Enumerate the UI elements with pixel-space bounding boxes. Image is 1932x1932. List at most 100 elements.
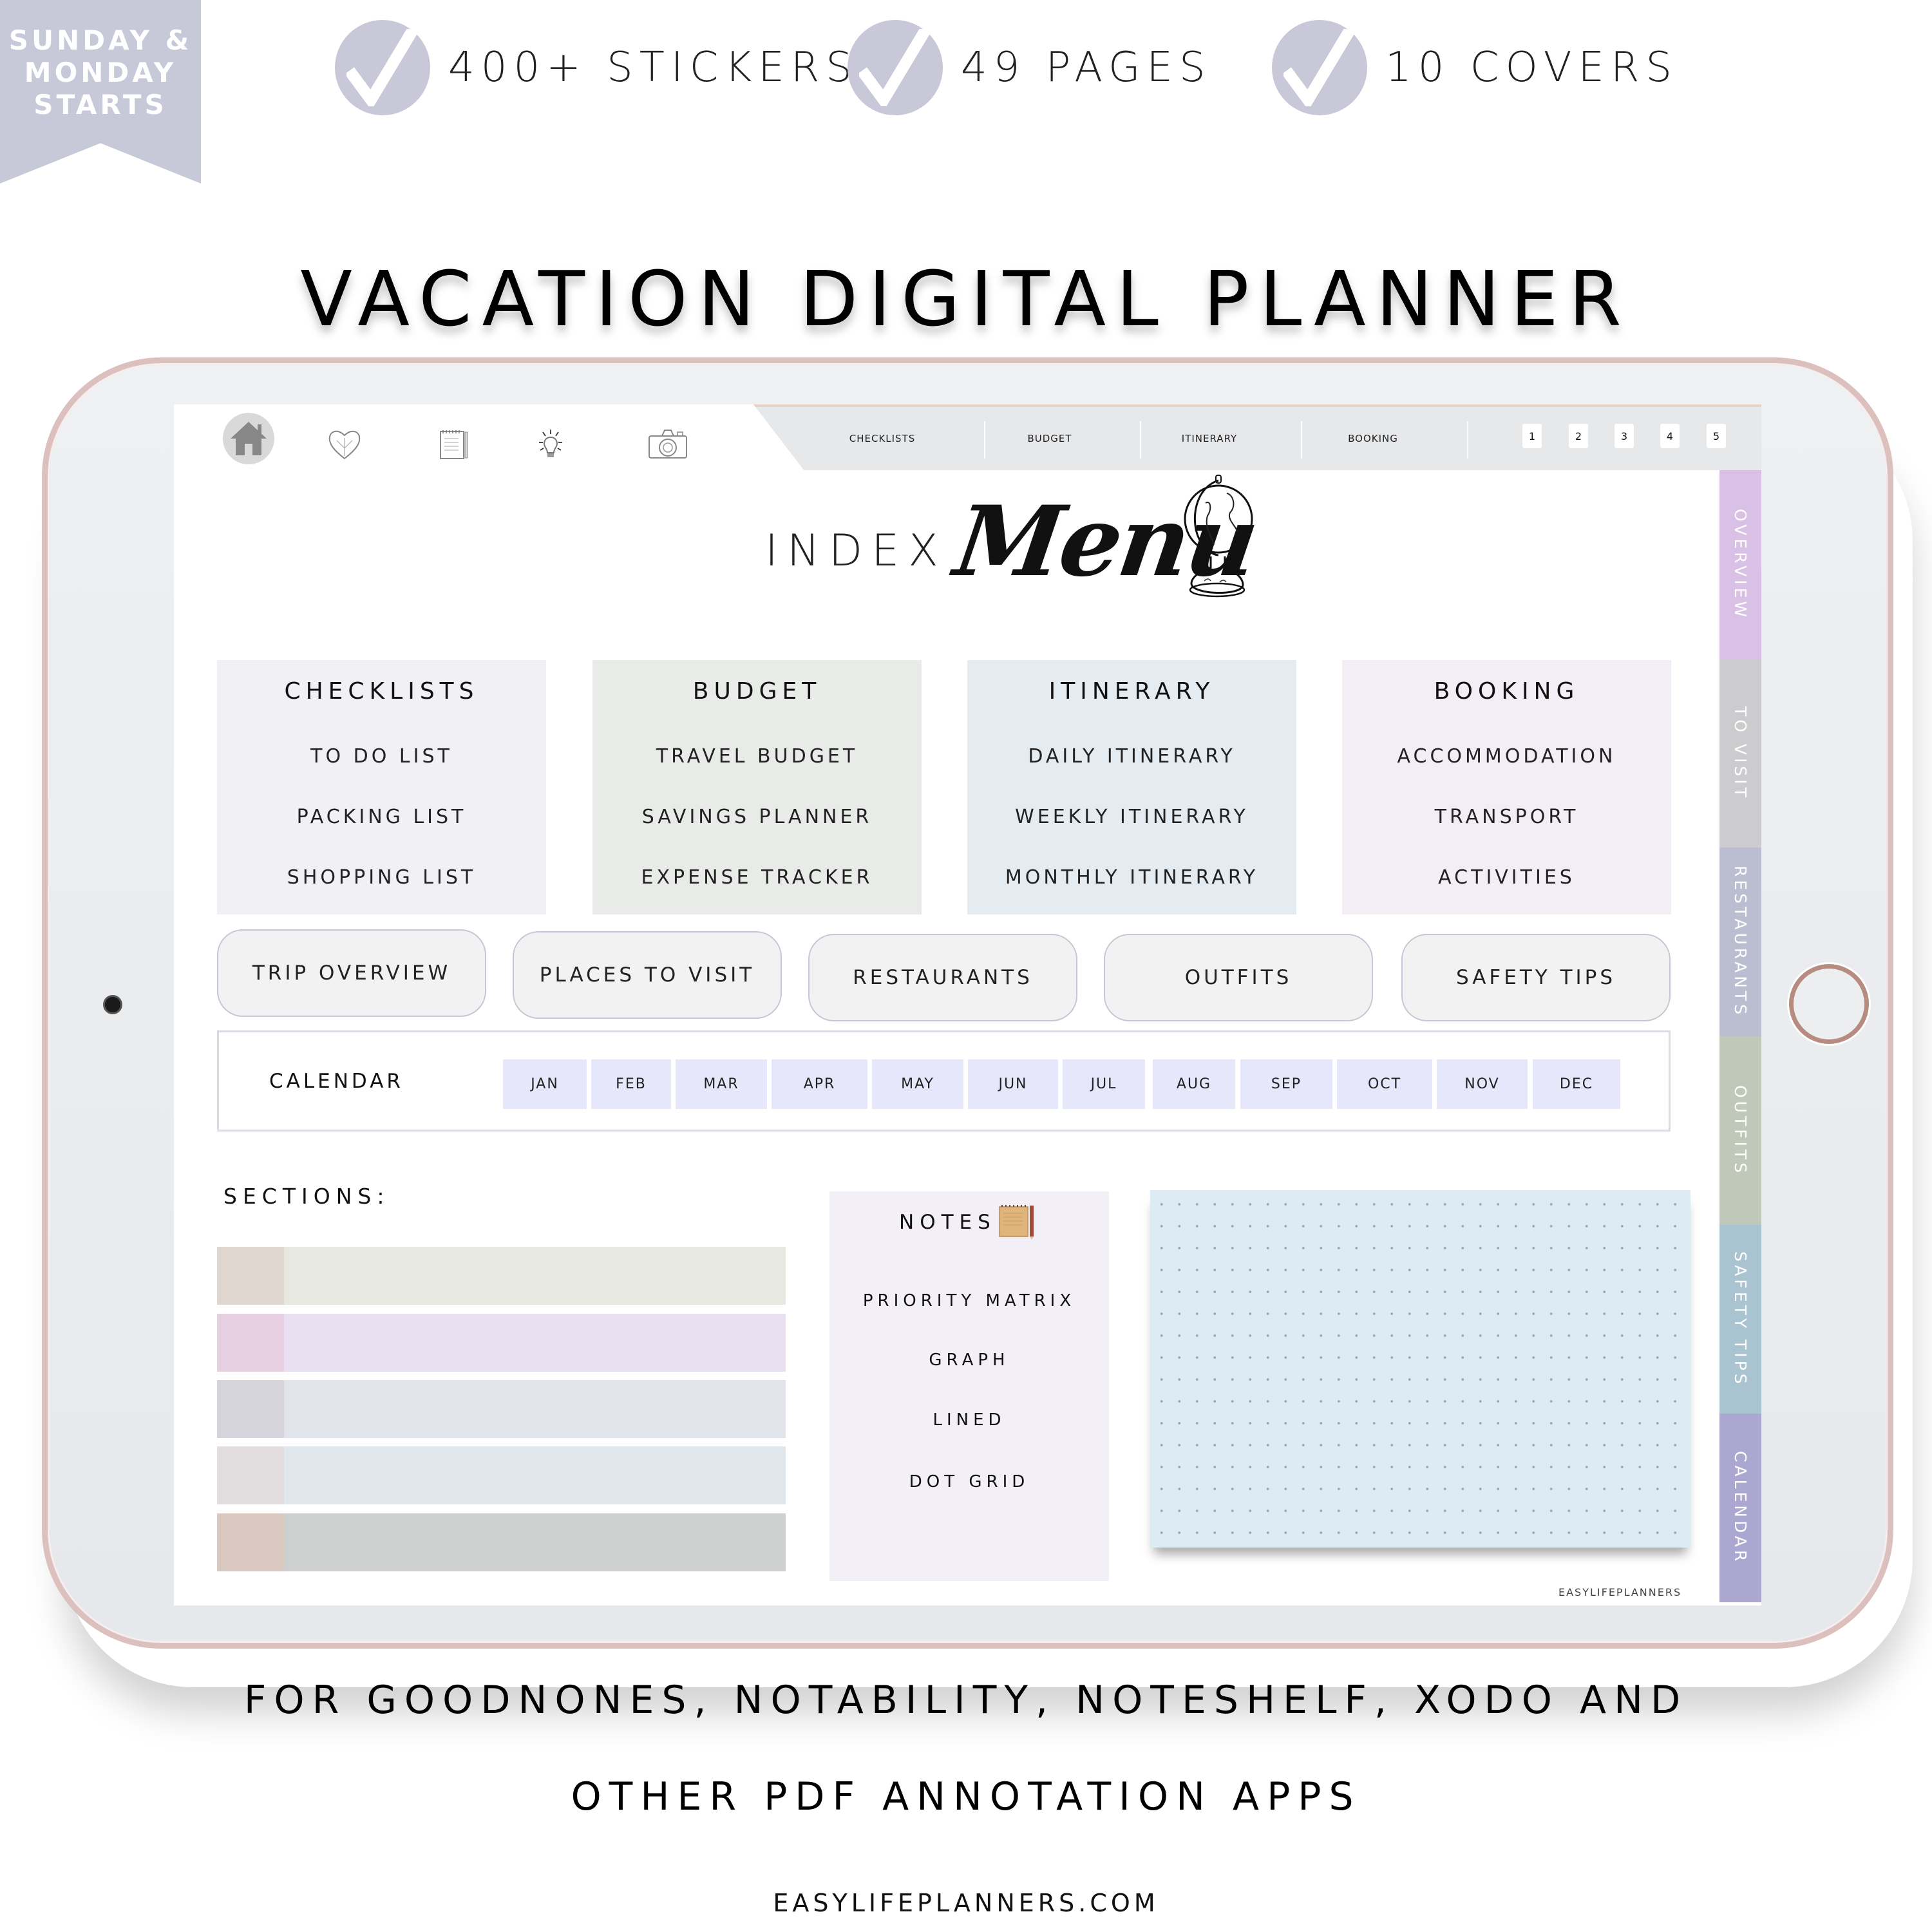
- month-may[interactable]: MAY: [872, 1059, 963, 1109]
- nav-notes-button[interactable]: [428, 419, 480, 470]
- month-jul[interactable]: JUL: [1063, 1059, 1145, 1109]
- card-budget: BUDGET TRAVEL BUDGET SAVINGS PLANNER EXP…: [592, 660, 922, 914]
- dot-grid-notepad[interactable]: [1150, 1190, 1690, 1548]
- month-sep[interactable]: SEP: [1240, 1059, 1332, 1109]
- notes-card: NOTES PRIORITY MATRIX GRAPH LINED DOT GR…: [829, 1191, 1109, 1581]
- notepad-pencil-icon: [998, 1204, 1037, 1244]
- compatibility-line-1: FOR GOODNONES, NOTABILITY, NOTESHELF, XO…: [243, 1678, 1689, 1723]
- nav-link-checklists[interactable]: CHECKLISTS: [824, 422, 940, 455]
- side-tab-safety-tips[interactable]: SAFETY TIPS: [1719, 1225, 1761, 1414]
- card-link-accommodation[interactable]: ACCOMMODATION: [1342, 745, 1671, 768]
- page-title: VACATION DIGITAL PLANNER: [300, 254, 1632, 343]
- section-field[interactable]: [284, 1446, 786, 1504]
- card-link-transport[interactable]: TRANSPORT: [1342, 806, 1671, 828]
- card-link-savings-planner[interactable]: SAVINGS PLANNER: [592, 806, 922, 828]
- section-bar[interactable]: [217, 1314, 786, 1372]
- side-tab-outfits[interactable]: OUTFITS: [1719, 1036, 1761, 1225]
- side-tab-calendar[interactable]: CALENDAR: [1719, 1414, 1761, 1602]
- notes-link-lined[interactable]: LINED: [829, 1410, 1109, 1430]
- brand-watermark: EASYLIFEPLANNERS: [1558, 1586, 1682, 1598]
- calendar-row: CALENDAR JAN FEB MAR APR MAY JUN JUL AUG…: [217, 1030, 1671, 1132]
- card-booking: BOOKING ACCOMMODATION TRANSPORT ACTIVITI…: [1342, 660, 1671, 914]
- page-button-1[interactable]: 1: [1522, 424, 1542, 448]
- card-itinerary: ITINERARY DAILY ITINERARY WEEKLY ITINERA…: [967, 660, 1296, 914]
- outfits-button[interactable]: OUTFITS: [1104, 934, 1373, 1021]
- month-oct[interactable]: OCT: [1337, 1059, 1432, 1109]
- month-mar[interactable]: MAR: [676, 1059, 767, 1109]
- card-link-weekly-itinerary[interactable]: WEEKLY ITINERARY: [967, 806, 1296, 828]
- month-feb[interactable]: FEB: [591, 1059, 671, 1109]
- notes-link-dot-grid[interactable]: DOT GRID: [829, 1472, 1109, 1492]
- card-link-monthly-itinerary[interactable]: MONTHLY ITINERARY: [967, 866, 1296, 889]
- side-tab-overview[interactable]: OVERVIEW: [1719, 470, 1761, 659]
- card-link-shopping-list[interactable]: SHOPPING LIST: [217, 866, 546, 889]
- nav-photos-button[interactable]: [642, 419, 694, 470]
- ribbon-line: SUNDAY &: [8, 24, 193, 56]
- nav-home-button[interactable]: [223, 413, 274, 464]
- globe-icon: [1166, 474, 1262, 606]
- card-link-daily-itinerary[interactable]: DAILY ITINERARY: [967, 745, 1296, 768]
- notepad-icon: [440, 430, 468, 459]
- card-title[interactable]: BOOKING: [1342, 678, 1671, 705]
- notes-link-graph[interactable]: GRAPH: [829, 1350, 1109, 1370]
- page-button-3[interactable]: 3: [1615, 424, 1634, 448]
- section-bar[interactable]: [217, 1446, 786, 1504]
- card-title[interactable]: BUDGET: [592, 678, 922, 705]
- card-title[interactable]: ITINERARY: [967, 678, 1296, 705]
- side-tab-label: OUTFITS: [1731, 1084, 1750, 1177]
- nav-ideas-button[interactable]: [525, 419, 576, 470]
- card-link-packing-list[interactable]: PACKING LIST: [217, 806, 546, 828]
- section-field[interactable]: [284, 1380, 786, 1438]
- month-jun[interactable]: JUN: [968, 1059, 1058, 1109]
- index-heading: INDEX: [765, 526, 947, 576]
- nav-link-budget[interactable]: BUDGET: [992, 422, 1108, 455]
- card-title[interactable]: CHECKLISTS: [217, 678, 546, 705]
- nav-divider: [1140, 421, 1141, 459]
- restaurants-button[interactable]: RESTAURANTS: [808, 934, 1077, 1021]
- section-bar[interactable]: [217, 1513, 786, 1571]
- card-link-activities[interactable]: ACTIVITIES: [1342, 866, 1671, 889]
- side-tab-restaurants[interactable]: RESTAURANTS: [1719, 848, 1761, 1036]
- section-bar[interactable]: [217, 1380, 786, 1438]
- card-link-travel-budget[interactable]: TRAVEL BUDGET: [592, 745, 922, 768]
- side-tab-label: CALENDAR: [1731, 1451, 1750, 1565]
- card-link-to-do-list[interactable]: TO DO LIST: [217, 745, 546, 768]
- section-field[interactable]: [284, 1247, 786, 1305]
- nav-link-itinerary[interactable]: ITINERARY: [1151, 422, 1267, 455]
- calendar-label: CALENDAR: [269, 1070, 404, 1093]
- notes-title: NOTES: [899, 1211, 996, 1234]
- month-apr[interactable]: APR: [772, 1059, 867, 1109]
- notes-link-priority-matrix[interactable]: PRIORITY MATRIX: [829, 1291, 1109, 1311]
- heart-icon: [328, 430, 361, 460]
- side-tab-label: SAFETY TIPS: [1731, 1251, 1750, 1387]
- section-field[interactable]: [284, 1513, 786, 1571]
- camera-icon: [649, 430, 687, 459]
- website-link[interactable]: EASYLIFEPLANNERS.COM: [0, 1889, 1932, 1917]
- section-bar[interactable]: [217, 1247, 786, 1305]
- nav-divider: [984, 421, 985, 459]
- side-tab-to-visit[interactable]: TO VISIT: [1719, 659, 1761, 848]
- card-link-expense-tracker[interactable]: EXPENSE TRACKER: [592, 866, 922, 889]
- feature-stickers: 400+ STICKERS: [335, 19, 858, 116]
- page-button-2[interactable]: 2: [1569, 424, 1588, 448]
- page-button-4[interactable]: 4: [1660, 424, 1680, 448]
- section-field[interactable]: [284, 1314, 786, 1372]
- check-icon: [1272, 20, 1367, 115]
- feature-label: 49 PAGES: [961, 44, 1212, 91]
- month-dec[interactable]: DEC: [1533, 1059, 1620, 1109]
- home-icon: [231, 422, 267, 455]
- safety-tips-button[interactable]: SAFETY TIPS: [1401, 934, 1671, 1021]
- section-swatch: [217, 1513, 284, 1571]
- places-to-visit-button[interactable]: PLACES TO VISIT: [513, 931, 782, 1019]
- side-tab-label: RESTAURANTS: [1731, 866, 1750, 1018]
- home-button[interactable]: [1789, 964, 1869, 1044]
- month-jan[interactable]: JAN: [503, 1059, 587, 1109]
- page-button-5[interactable]: 5: [1707, 424, 1726, 448]
- month-aug[interactable]: AUG: [1153, 1059, 1235, 1109]
- month-nov[interactable]: NOV: [1437, 1059, 1528, 1109]
- feature-label: 400+ STICKERS: [448, 44, 858, 91]
- trip-overview-button[interactable]: TRIP OVERVIEW: [217, 929, 486, 1017]
- nav-link-booking[interactable]: BOOKING: [1315, 422, 1431, 455]
- section-swatch: [217, 1314, 284, 1372]
- nav-favorites-button[interactable]: [319, 419, 370, 470]
